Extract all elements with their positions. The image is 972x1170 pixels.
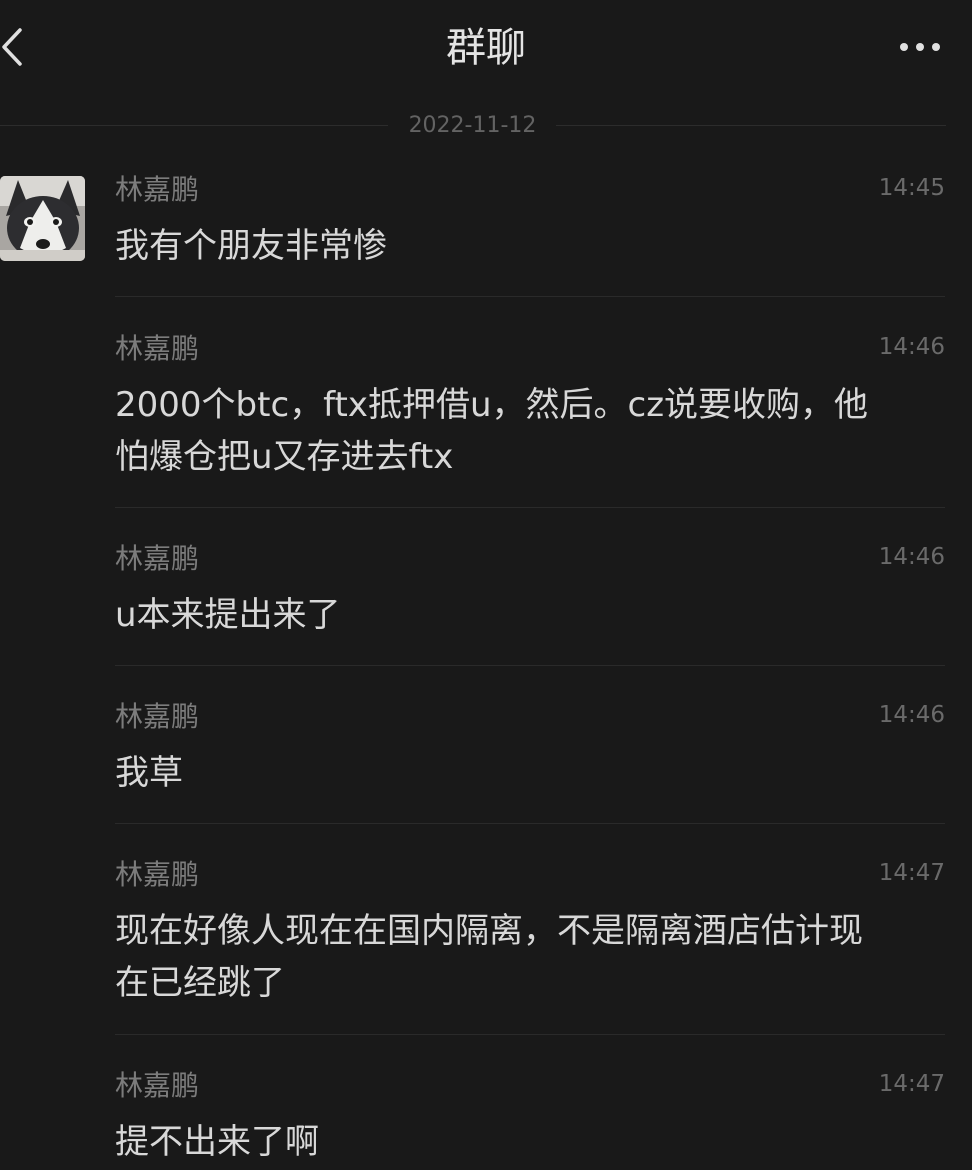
message-sender: 林嘉鹏 xyxy=(115,332,200,365)
message-text: 提不出来了啊 xyxy=(115,1122,319,1162)
message-divider xyxy=(115,507,945,508)
date-divider-right xyxy=(556,125,946,126)
message-text: 现在好像人现在在国内隔离，不是隔离酒店估计现 在已经跳了 xyxy=(115,911,863,1003)
date-separator: 2022-11-12 xyxy=(0,108,972,144)
message-text: 我草 xyxy=(115,753,183,793)
more-button[interactable] xyxy=(896,30,944,64)
message-divider xyxy=(115,665,945,666)
message-item[interactable]: 林嘉鹏 14:47 现在好像人现在在国内隔离，不是隔离酒店估计现 在已经跳了 xyxy=(115,858,945,1018)
avatar[interactable] xyxy=(0,176,85,261)
message-time: 14:46 xyxy=(878,544,945,570)
message-sender: 林嘉鹏 xyxy=(115,700,200,733)
chat-title: 群聊 xyxy=(446,25,526,71)
message-time: 14:47 xyxy=(878,860,945,886)
message-time: 14:46 xyxy=(878,334,945,360)
message-time: 14:47 xyxy=(878,1071,945,1097)
message-item[interactable]: 林嘉鹏 14:46 u本来提出来了 xyxy=(115,542,945,642)
message-time: 14:45 xyxy=(878,175,945,201)
message-text: 我有个朋友非常惨 xyxy=(115,226,387,266)
message-item[interactable]: 林嘉鹏 14:46 我草 xyxy=(115,700,945,800)
message-item[interactable]: 林嘉鹏 14:46 2000个btc，ftx抵押借u，然后。cz说要收购，他 怕… xyxy=(115,332,945,492)
message-sender: 林嘉鹏 xyxy=(115,858,200,891)
chat-header: 群聊 xyxy=(0,0,972,96)
message-divider xyxy=(115,1034,945,1035)
message-text: 2000个btc，ftx抵押借u，然后。cz说要收购，他 怕爆仓把u又存进去ft… xyxy=(115,385,869,477)
message-item[interactable]: 林嘉鹏 14:45 我有个朋友非常惨 xyxy=(115,173,945,283)
husky-dog-avatar xyxy=(0,176,85,261)
message-divider xyxy=(115,823,945,824)
message-sender: 林嘉鹏 xyxy=(115,1069,200,1102)
message-item[interactable]: 林嘉鹏 14:47 提不出来了啊 xyxy=(115,1069,945,1169)
message-sender: 林嘉鹏 xyxy=(115,173,200,206)
message-time: 14:46 xyxy=(878,702,945,728)
message-divider xyxy=(115,296,945,297)
date-label: 2022-11-12 xyxy=(408,113,537,138)
message-sender: 林嘉鹏 xyxy=(115,542,200,575)
more-dots-icon xyxy=(900,43,940,51)
message-text: u本来提出来了 xyxy=(115,595,341,635)
